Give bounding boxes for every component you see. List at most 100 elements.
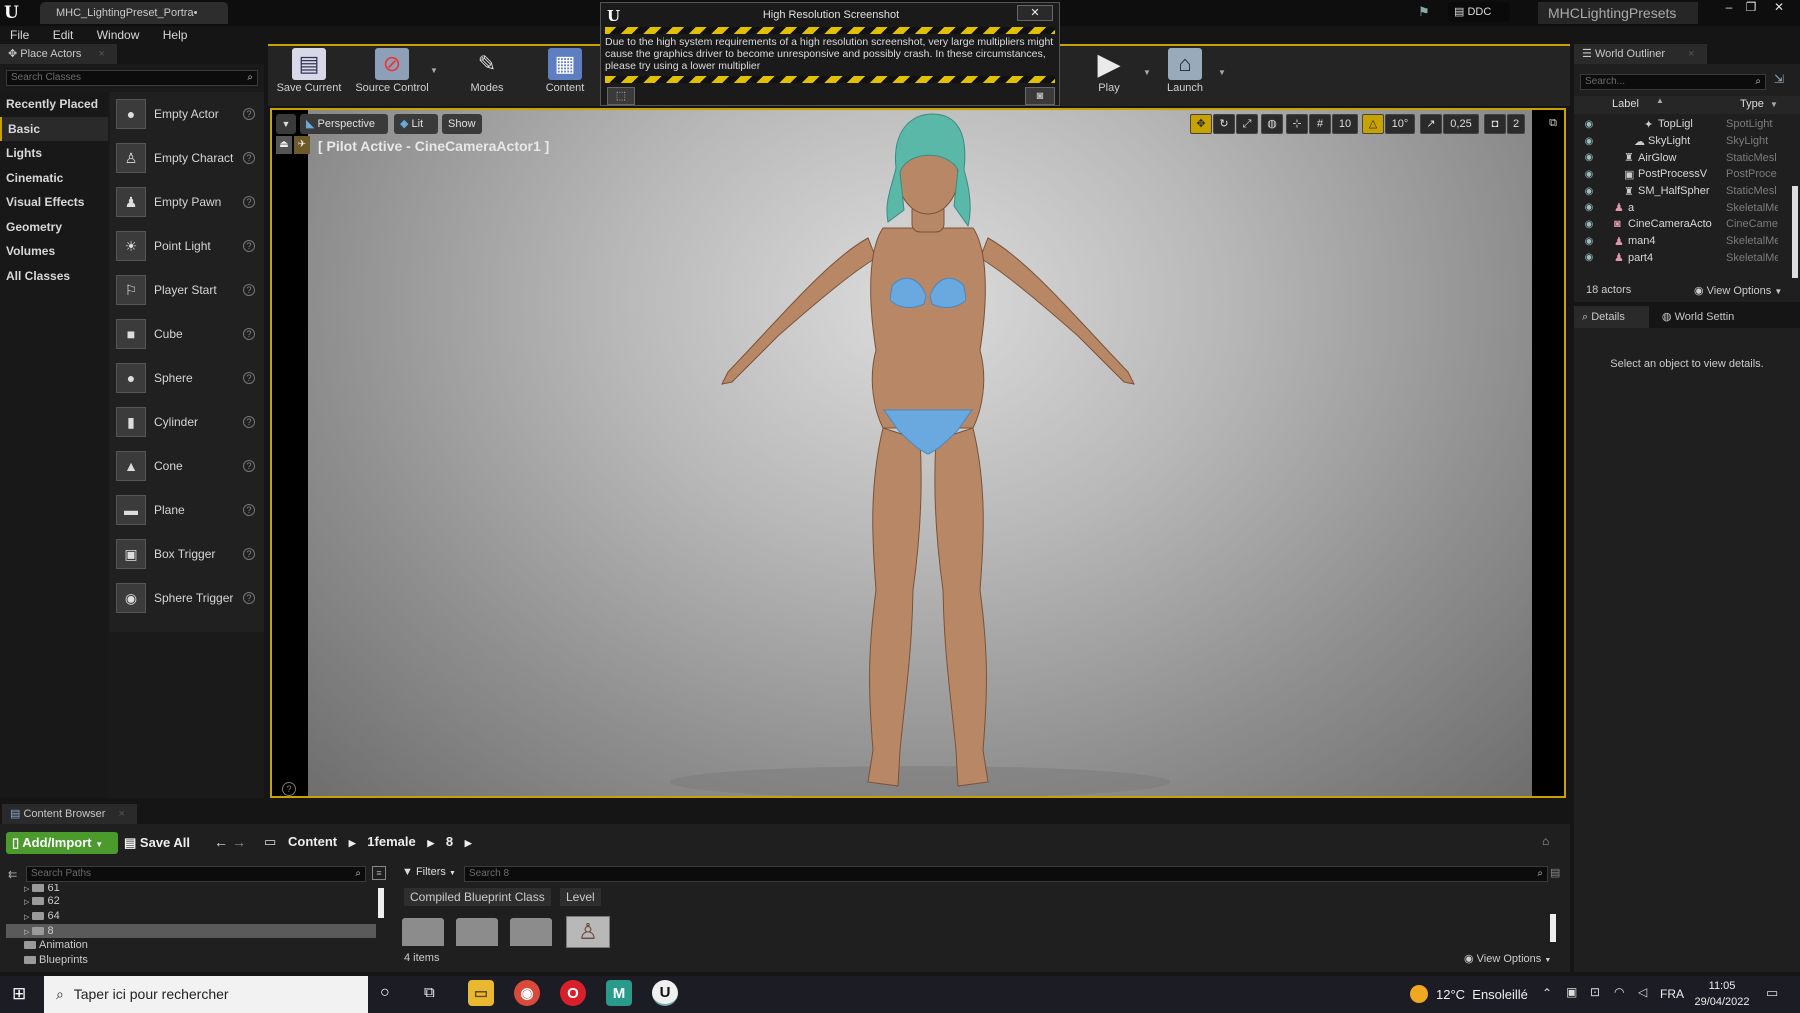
save-all-button[interactable]: ▤ Save All: [124, 832, 190, 854]
actor-item[interactable]: ■ Cube?: [110, 312, 264, 356]
cortana-icon[interactable]: ○: [380, 984, 390, 1002]
notifications-icon[interactable]: ▭: [1766, 985, 1778, 1001]
rotation-snap-icon[interactable]: △: [1362, 114, 1384, 134]
ddc-button[interactable]: ▤ DDC: [1448, 2, 1510, 22]
document-tab[interactable]: MHC_LightingPreset_Portra•: [40, 2, 228, 24]
tree-folder[interactable]: Animation: [6, 938, 376, 953]
pilot-eject-icon[interactable]: ⏏: [276, 136, 292, 154]
add-folder-icon[interactable]: ⇲: [1774, 72, 1784, 86]
actor-item[interactable]: ◉ Sphere Trigger?: [110, 576, 264, 620]
folder-asset-icon[interactable]: [456, 918, 498, 946]
tree-folder-selected[interactable]: ▷ 8: [6, 923, 376, 939]
outliner-scrollbar[interactable]: [1792, 186, 1798, 278]
notification-icon[interactable]: ⚑: [1418, 4, 1436, 20]
help-icon[interactable]: ?: [243, 416, 255, 428]
network-icon[interactable]: ▣: [1566, 985, 1577, 999]
help-icon[interactable]: ?: [243, 504, 255, 516]
visibility-eye-icon[interactable]: ◉: [1582, 169, 1596, 180]
outliner-row[interactable]: ◉ ✦ TopLigl SpotLight: [1574, 116, 1800, 133]
back-arrow-icon[interactable]: ←: [214, 834, 228, 850]
pilot-camera-icon[interactable]: ✈: [294, 136, 310, 154]
camera-speed-value[interactable]: 2: [1507, 114, 1525, 134]
visibility-eye-icon[interactable]: ◉: [1582, 202, 1596, 213]
actor-item[interactable]: ● Sphere?: [110, 356, 264, 400]
actor-item[interactable]: ▬ Plane?: [110, 488, 264, 532]
character-figure[interactable]: [308, 110, 1532, 796]
place-actors-tab[interactable]: ✥ Place Actors ×: [0, 44, 117, 64]
folder-asset-icon[interactable]: [402, 918, 444, 946]
tree-folder[interactable]: ▷ 61: [6, 884, 376, 894]
minimize-button[interactable]: –: [1718, 0, 1740, 16]
restore-button[interactable]: ❐: [1740, 0, 1762, 16]
content-button[interactable]: ▦ Content: [530, 44, 600, 100]
show-button[interactable]: Show: [442, 114, 482, 134]
help-icon[interactable]: ?: [243, 460, 255, 472]
opera-icon[interactable]: O: [560, 980, 586, 1006]
weather-sun-icon[interactable]: [1410, 985, 1428, 1003]
actor-item[interactable]: ♙ Empty Charact?: [110, 136, 264, 180]
filter-chip[interactable]: Compiled Blueprint Class: [404, 888, 551, 906]
help-icon[interactable]: ?: [243, 196, 255, 208]
scale-snap-value[interactable]: 0,25: [1443, 114, 1479, 134]
unreal-taskbar-icon[interactable]: U: [652, 980, 678, 1006]
wifi-icon[interactable]: ◠: [1614, 985, 1624, 999]
outliner-row[interactable]: ◉ ♜ AirGlow StaticMesl: [1574, 149, 1800, 166]
help-icon[interactable]: ?: [243, 372, 255, 384]
tree-folder[interactable]: ▷ 64: [6, 909, 376, 924]
source-control-button[interactable]: ⊘ Source Control: [352, 44, 432, 100]
tab-close-icon[interactable]: ×: [98, 48, 104, 60]
breadcrumb-item[interactable]: 1female: [367, 834, 415, 849]
chevron-down-icon[interactable]: ▼: [1218, 68, 1226, 77]
camera-speed-icon[interactable]: ◘: [1484, 114, 1506, 134]
viewport-render[interactable]: [308, 110, 1532, 796]
metahuman-icon[interactable]: M: [606, 980, 632, 1006]
character-asset-thumbnail[interactable]: ♙: [566, 916, 610, 948]
play-button[interactable]: ▶ Play: [1074, 44, 1144, 100]
visibility-eye-icon[interactable]: ◉: [1582, 236, 1596, 247]
breadcrumb-item[interactable]: Content: [288, 834, 337, 849]
menu-file[interactable]: File: [0, 26, 39, 44]
visibility-eye-icon[interactable]: ◉: [1582, 136, 1596, 147]
help-icon[interactable]: ?: [243, 240, 255, 252]
weather-text[interactable]: 12°C Ensoleillé: [1436, 987, 1528, 1002]
category-volumes[interactable]: Volumes: [0, 239, 108, 264]
sources-options-icon[interactable]: ≡: [372, 866, 386, 880]
outliner-view-options-button[interactable]: ◉ View Options ▼: [1694, 284, 1782, 297]
lock-icon[interactable]: ⌂: [1542, 834, 1549, 848]
tab-close-icon[interactable]: ×: [118, 808, 124, 820]
category-lights[interactable]: Lights: [0, 141, 108, 166]
bluetooth-icon[interactable]: ⊡: [1590, 985, 1600, 999]
help-icon[interactable]: ?: [243, 284, 255, 296]
help-icon[interactable]: ?: [282, 782, 296, 796]
surface-snap-icon[interactable]: ⊹: [1286, 114, 1308, 134]
file-explorer-icon[interactable]: ▭: [468, 980, 494, 1006]
search-paths-input[interactable]: Search Paths ⌕: [26, 866, 366, 882]
save-current-button[interactable]: ▤ Save Current: [274, 44, 344, 100]
move-icon[interactable]: ✥: [1190, 114, 1212, 134]
content-view-options-button[interactable]: ◉ View Options ▼: [1464, 952, 1551, 965]
lit-button[interactable]: ◆ Lit: [394, 114, 438, 134]
filter-chip[interactable]: Level: [560, 888, 601, 906]
grid-snap-icon[interactable]: #: [1309, 114, 1331, 134]
actor-item[interactable]: ▣ Box Trigger?: [110, 532, 264, 576]
actor-item[interactable]: ● Empty Actor?: [110, 92, 264, 136]
filters-button[interactable]: ▼ Filters ▼: [402, 866, 456, 878]
actor-item[interactable]: ♟ Empty Pawn?: [110, 180, 264, 224]
chrome-icon[interactable]: ◉: [514, 980, 540, 1006]
folder-asset-icon[interactable]: [510, 918, 552, 946]
category-all-classes[interactable]: All Classes: [0, 264, 108, 289]
task-view-icon[interactable]: ⧉: [424, 984, 435, 1001]
visibility-eye-icon[interactable]: ◉: [1582, 152, 1596, 163]
tree-folder[interactable]: Blueprints: [6, 953, 376, 968]
details-tab[interactable]: ⌕ Details: [1574, 306, 1649, 328]
clock-date[interactable]: 29/04/2022: [1690, 996, 1754, 1008]
tree-folder[interactable]: ▷ 62: [6, 894, 376, 909]
help-icon[interactable]: ?: [243, 592, 255, 604]
actor-item[interactable]: ▮ Cylinder?: [110, 400, 264, 444]
category-basic[interactable]: Basic: [0, 116, 108, 141]
volume-icon[interactable]: ◁: [1638, 985, 1647, 999]
help-icon[interactable]: ?: [243, 328, 255, 340]
visibility-eye-icon[interactable]: ◉: [1582, 219, 1596, 230]
outliner-row[interactable]: ◉ ♟ a SkeletalMe: [1574, 199, 1800, 216]
scale-icon[interactable]: ⤢: [1236, 114, 1258, 134]
